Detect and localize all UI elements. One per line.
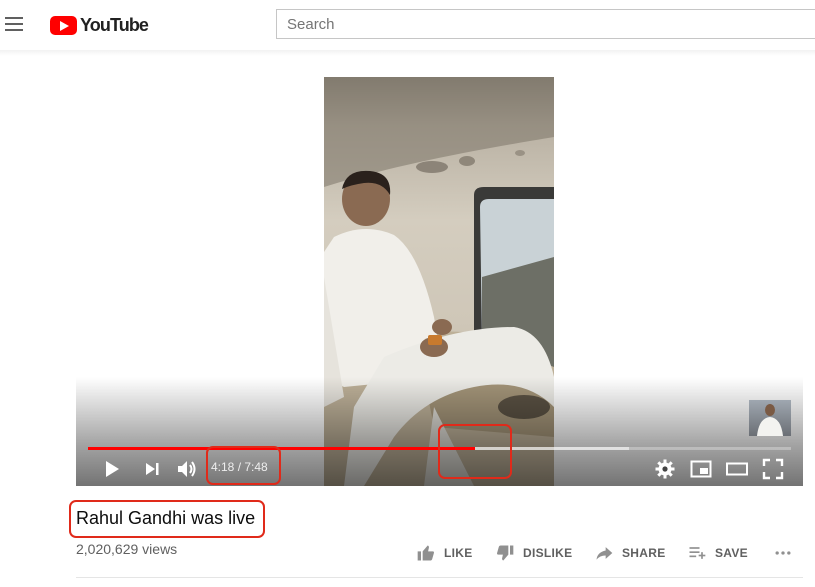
video-title: Rahul Gandhi was live bbox=[76, 508, 256, 528]
like-button[interactable]: LIKE bbox=[416, 542, 473, 564]
played-bar bbox=[88, 447, 475, 450]
fullscreen-button[interactable] bbox=[761, 457, 785, 481]
more-icon bbox=[775, 551, 791, 555]
share-button[interactable]: SHARE bbox=[594, 542, 666, 564]
channel-watermark[interactable] bbox=[749, 400, 791, 436]
play-icon bbox=[106, 461, 119, 477]
next-button[interactable] bbox=[140, 457, 164, 481]
dislike-icon bbox=[497, 545, 514, 561]
next-icon bbox=[146, 463, 159, 475]
dislike-button[interactable]: DISLIKE bbox=[495, 542, 572, 564]
more-actions-button[interactable] bbox=[773, 542, 801, 564]
like-icon bbox=[417, 545, 434, 561]
search-box[interactable] bbox=[276, 9, 815, 39]
annotation-box-progress bbox=[438, 424, 512, 479]
volume-button[interactable] bbox=[175, 457, 199, 481]
search-input[interactable] bbox=[277, 10, 815, 38]
theater-icon bbox=[726, 462, 748, 476]
save-button[interactable]: SAVE bbox=[687, 542, 748, 564]
top-bar: YouTube bbox=[0, 0, 815, 50]
dislike-label: DISLIKE bbox=[523, 546, 573, 560]
fullscreen-icon bbox=[762, 458, 784, 480]
volume-icon bbox=[178, 461, 196, 477]
youtube-logo-icon bbox=[50, 15, 77, 35]
menu-icon[interactable] bbox=[5, 14, 25, 34]
share-label: SHARE bbox=[622, 546, 666, 560]
share-icon bbox=[596, 547, 613, 560]
logo-text: YouTube bbox=[80, 14, 149, 35]
view-count: 2,020,629 views bbox=[76, 541, 178, 557]
annotation-box-time bbox=[206, 446, 281, 485]
top-bar-shadow bbox=[0, 50, 815, 56]
divider bbox=[76, 577, 803, 578]
save-playlist-icon bbox=[689, 547, 706, 559]
theater-mode-button[interactable] bbox=[725, 457, 749, 481]
save-label: SAVE bbox=[715, 546, 748, 560]
youtube-logo[interactable]: YouTube bbox=[50, 13, 149, 37]
like-label: LIKE bbox=[444, 546, 473, 560]
settings-button[interactable] bbox=[653, 457, 677, 481]
watermark-thumbnail bbox=[757, 404, 783, 436]
miniplayer-button[interactable] bbox=[689, 457, 713, 481]
miniplayer-icon bbox=[690, 460, 712, 478]
play-button[interactable] bbox=[99, 457, 123, 481]
settings-icon bbox=[655, 459, 675, 479]
